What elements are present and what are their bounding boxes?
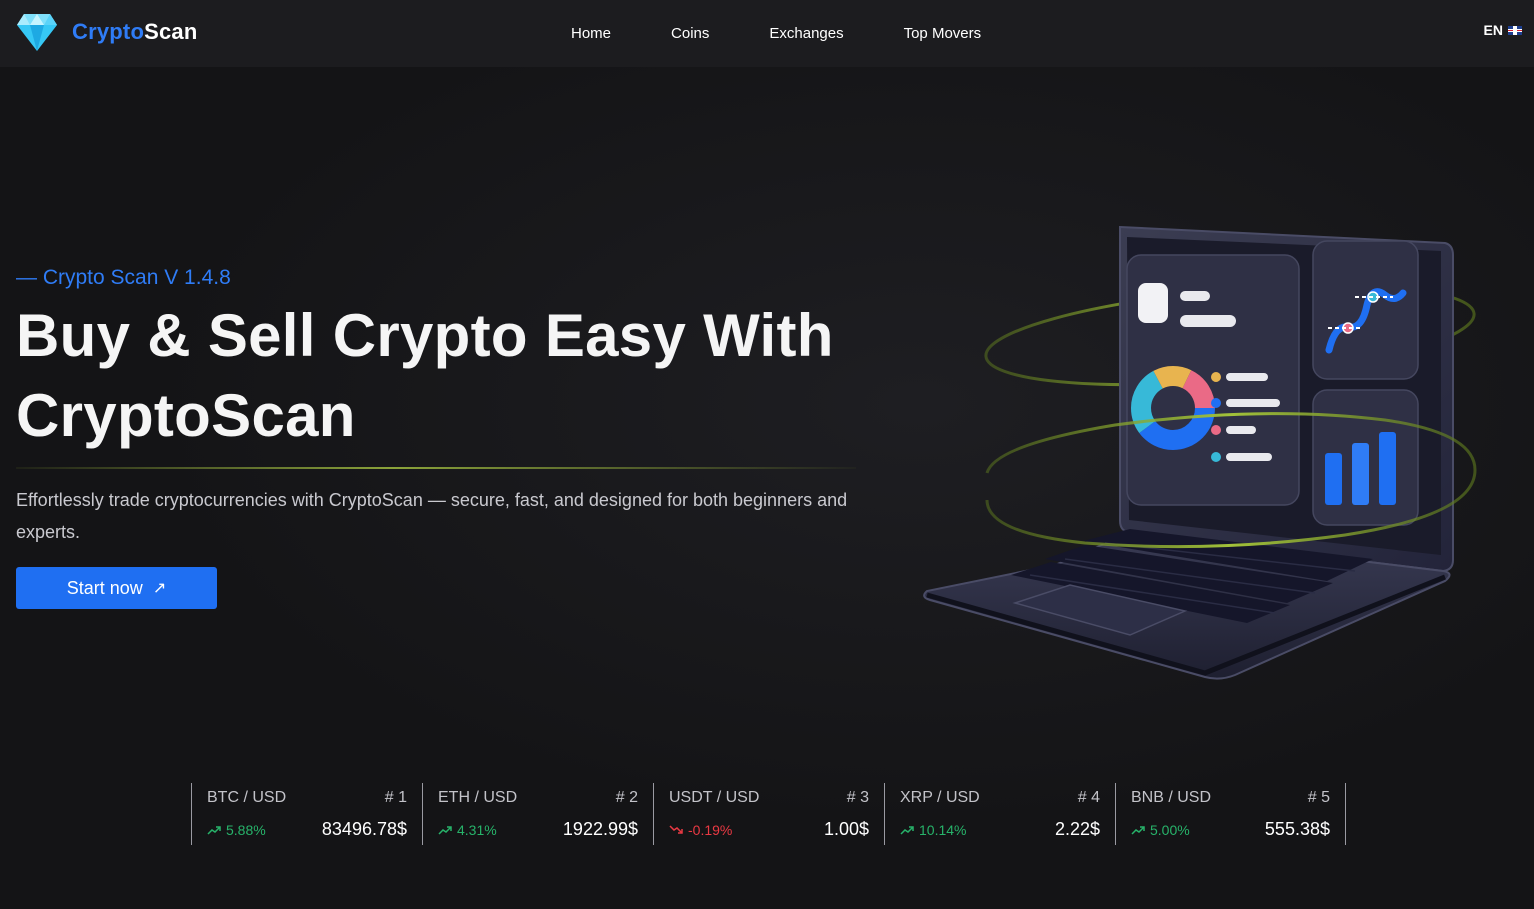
nav-coins[interactable]: Coins — [641, 25, 739, 42]
ticker-price: 83496.78$ — [321, 819, 407, 839]
trend-up-icon — [207, 826, 221, 835]
hero-headline-line2: CryptoScan — [16, 382, 356, 449]
ticker-pair: BNB / USD — [1131, 789, 1212, 806]
price-ticker: BTC / USD # 1 5.88% 83496.78$ ETH / USD … — [191, 783, 1346, 845]
main-nav: Home Coins Exchanges Top Movers — [541, 0, 1011, 67]
trend-up-icon — [900, 826, 914, 835]
ticker-price: 2.22$ — [1054, 819, 1100, 839]
trend-up-icon — [438, 826, 452, 835]
brand-name-part2: Scan — [144, 19, 198, 44]
ticker-change: 4.31% — [438, 822, 497, 838]
start-now-label: Start now — [66, 577, 143, 598]
language-label: EN — [1483, 22, 1503, 38]
uk-flag-icon — [1508, 25, 1522, 35]
ticker-pair: ETH / USD — [438, 789, 518, 806]
nav-top-movers[interactable]: Top Movers — [874, 25, 1012, 42]
ticker-pair: XRP / USD — [900, 789, 980, 806]
brand-name: CryptoScan — [72, 19, 197, 45]
laptop-illustration — [923, 225, 1477, 680]
hero-headline: Buy & Sell Crypto Easy With CryptoScan — [16, 296, 876, 456]
ticker-price: 1.00$ — [823, 819, 869, 839]
hero-headline-line1: Buy & Sell Crypto Easy With — [16, 302, 834, 369]
ticker-change-value: 5.88% — [226, 822, 266, 838]
ticker-item-btc[interactable]: BTC / USD # 1 5.88% 83496.78$ — [191, 783, 422, 845]
ticker-change-value: 4.31% — [457, 822, 497, 838]
ticker-rank: # 4 — [1077, 789, 1100, 806]
ticker-change: 10.14% — [900, 822, 966, 838]
ticker-rank: # 5 — [1307, 789, 1330, 806]
ticker-change: 5.00% — [1131, 822, 1190, 838]
start-now-button[interactable]: Start now ↗ — [16, 567, 217, 609]
ticker-rank: # 1 — [384, 789, 407, 806]
ticker-item-xrp[interactable]: XRP / USD # 4 10.14% 2.22$ — [884, 783, 1115, 845]
ticker-change-value: 10.14% — [919, 822, 967, 838]
ticker-change-value: 5.00% — [1150, 822, 1190, 838]
ticker-change: 5.88% — [207, 822, 266, 838]
diamond-icon — [17, 14, 57, 51]
logo[interactable]: CryptoScan — [16, 12, 197, 52]
ticker-change-value: -0.19% — [688, 822, 733, 838]
hero-divider — [16, 467, 856, 469]
hero-description: Effortlessly trade cryptocurrencies with… — [16, 490, 848, 542]
top-header: CryptoScan Home Coins Exchanges Top Move… — [0, 0, 1534, 67]
ticker-price: 1922.99$ — [562, 819, 638, 839]
ticker-item-bnb[interactable]: BNB / USD # 5 5.00% 555.38$ — [1115, 783, 1346, 845]
ticker-rank: # 2 — [615, 789, 638, 806]
trend-down-icon — [669, 825, 683, 834]
language-selector[interactable]: EN — [1484, 22, 1522, 38]
ticker-rank: # 3 — [846, 789, 869, 806]
ticker-change: -0.19% — [669, 822, 732, 838]
ticker-item-usdt[interactable]: USDT / USD # 3 -0.19% 1.00$ — [653, 783, 884, 845]
ticker-pair: USDT / USD — [669, 789, 760, 806]
brand-name-part1: Crypto — [72, 19, 145, 44]
nav-exchanges[interactable]: Exchanges — [739, 25, 873, 42]
ticker-pair: BTC / USD — [207, 789, 287, 806]
nav-home[interactable]: Home — [541, 25, 641, 42]
ticker-item-eth[interactable]: ETH / USD # 2 4.31% 1922.99$ — [422, 783, 653, 845]
trend-up-icon — [1131, 826, 1145, 835]
arrow-up-right-icon: ↗ — [152, 580, 167, 597]
ticker-price: 555.38$ — [1264, 819, 1330, 839]
version-label: — Crypto Scan V 1.4.8 — [16, 266, 231, 289]
